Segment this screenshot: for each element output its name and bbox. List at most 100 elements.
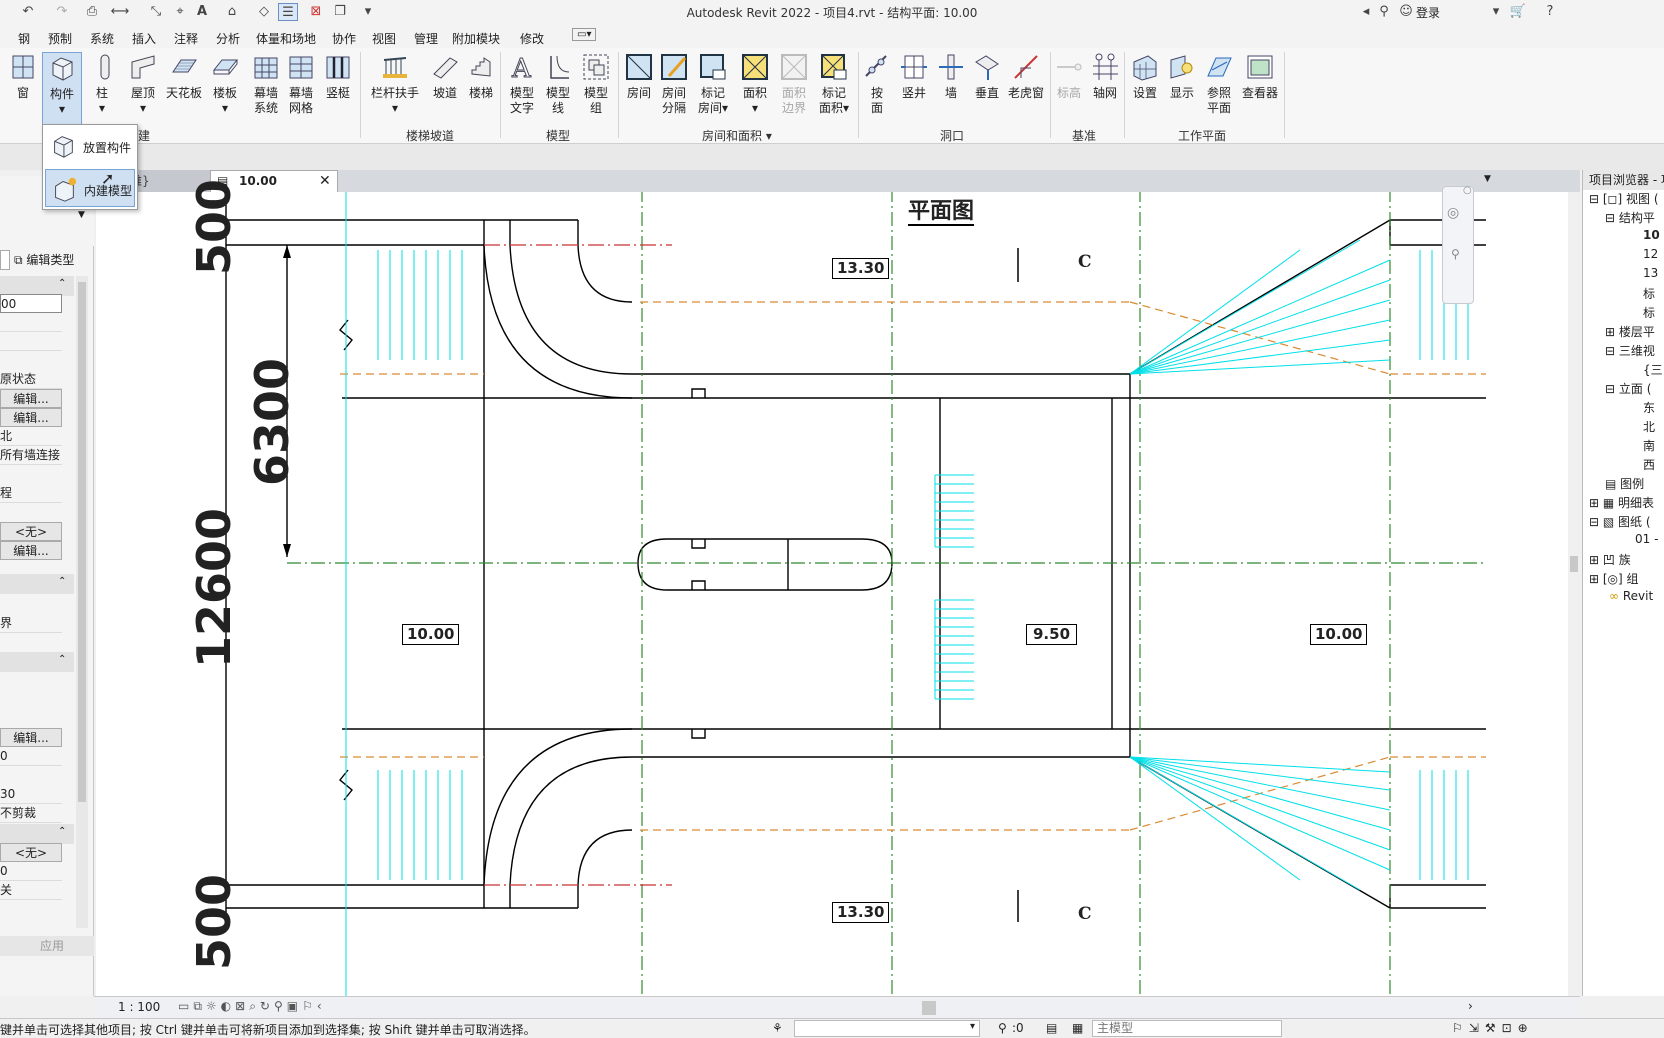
navigation-bar[interactable]: ◎ ⚲ ○ <box>1442 185 1474 304</box>
filter-dropdown[interactable] <box>0 250 10 270</box>
ref-plane-button[interactable]: 参照 平面 <box>1200 52 1238 116</box>
tree-item[interactable]: 东 <box>1643 399 1655 416</box>
curtain-grid-button[interactable]: 幕墙 网格 <box>284 52 318 116</box>
model-text-button[interactable]: A 模型 文字 <box>504 52 540 116</box>
ceiling-button[interactable]: 天花板 <box>164 52 204 101</box>
help-icon[interactable]: ? <box>1540 3 1560 21</box>
edit-button[interactable]: 编辑... <box>0 541 62 560</box>
collapse-icon[interactable]: ⌃ <box>58 278 66 289</box>
tree-item[interactable]: ⊞ [◎] 组 <box>1589 570 1639 587</box>
view-control-icons[interactable]: ▭⧉☼◐⊠⌕↻⚲▣⚐‹ <box>178 999 326 1014</box>
in-place-model-item[interactable]: 内建模型 <box>45 169 135 207</box>
column-button[interactable]: 柱 ▾ <box>90 52 114 116</box>
section-label[interactable]: C <box>1078 252 1092 272</box>
design-option-dropdown[interactable]: 主模型 <box>1092 1020 1282 1037</box>
vertical-opening-button[interactable]: 垂直 <box>968 52 1006 101</box>
tree-item[interactable]: 标 <box>1643 304 1655 321</box>
grid-button[interactable]: 轴网 <box>1088 52 1122 101</box>
section-header[interactable]: ⌃ <box>0 574 74 594</box>
user-icon[interactable]: ☺ <box>1396 3 1416 21</box>
tree-item[interactable]: ⊞ ▦ 明细表 <box>1589 494 1654 511</box>
tree-item[interactable]: ⊞ 楼层平 <box>1605 323 1655 340</box>
drawing-canvas[interactable]: ◎ ⚲ ○ <box>96 185 1580 996</box>
tree-item[interactable]: 南 <box>1643 437 1655 454</box>
level-tag[interactable]: 13.30 <box>832 902 890 923</box>
show-workplane-button[interactable]: 显示 <box>1164 52 1200 101</box>
plan-drawing[interactable] <box>96 192 1580 996</box>
tab-annotate[interactable]: 注释 <box>174 30 198 47</box>
prop-dropdown[interactable]: <无> <box>0 522 62 541</box>
scrollbar-thumb[interactable] <box>78 282 86 802</box>
edit-type-button[interactable]: ⧉ 编辑类型 <box>14 250 90 270</box>
dimension-text[interactable]: 6300 <box>245 342 299 502</box>
level-tag[interactable]: 13.30 <box>832 258 890 279</box>
tab-insert[interactable]: 插入 <box>132 30 156 47</box>
design-option-icon[interactable]: ▤ <box>1046 1021 1057 1035</box>
opening-by-face-button[interactable]: 按面 <box>862 52 892 116</box>
editable-icon[interactable]: ⚲ <box>998 1021 1007 1035</box>
scroll-right-icon[interactable]: › <box>1468 999 1473 1013</box>
tab-manage[interactable]: 管理 <box>414 30 438 47</box>
room-area-panel-label[interactable]: 房间和面积 ▾ <box>702 127 772 144</box>
tree-item[interactable]: ⊟ [◻] 视图 ( <box>1589 190 1659 207</box>
section-header[interactable]: ⌃ <box>0 276 74 296</box>
properties-scrollbar[interactable] <box>76 276 88 928</box>
zoom-icon[interactable]: ⚲ <box>1451 247 1460 261</box>
model-line-button[interactable]: 模型线 <box>540 52 576 116</box>
tab-steel[interactable]: 钢 <box>18 30 30 47</box>
section-label[interactable]: C <box>1078 904 1092 924</box>
dimension-text[interactable]: 500 <box>187 171 241 283</box>
collapse-icon[interactable]: ⌃ <box>58 826 66 837</box>
section-header[interactable]: ⌃ <box>0 824 74 844</box>
tree-item[interactable]: 13 <box>1643 266 1658 280</box>
tree-item[interactable]: 12 <box>1643 247 1658 261</box>
apply-button[interactable]: 应用 <box>0 936 94 956</box>
edit-button[interactable]: 编辑... <box>0 728 62 747</box>
tab-menu-icon[interactable]: ▼ <box>1484 174 1491 184</box>
level-tag[interactable]: 10.00 <box>1310 624 1368 645</box>
edit-button[interactable]: 编辑... <box>0 408 62 427</box>
vertical-scrollbar[interactable] <box>1568 192 1580 996</box>
close-icon[interactable]: ○ <box>1463 185 1472 196</box>
model-group-button[interactable]: 模型组 <box>578 52 614 116</box>
tree-item[interactable]: ⊟ 立面 ( <box>1605 380 1651 397</box>
steering-wheel-icon[interactable]: ◎ <box>1447 205 1459 221</box>
selection-filter-icons[interactable]: ⚐⇲⚒⊡⊕ <box>1452 1021 1534 1035</box>
roof-button[interactable]: 屋顶 ▾ <box>126 52 160 116</box>
scrollbar-thumb[interactable] <box>1570 556 1578 572</box>
workset-icon[interactable]: ⚘ <box>772 1021 783 1035</box>
tree-item[interactable]: ⊟ ▧ 图纸 ( <box>1589 513 1651 530</box>
component-button[interactable]: 构件 ▾ <box>42 52 82 128</box>
tab-addins[interactable]: 附加模块 <box>452 30 500 47</box>
horizontal-scrollbar-thumb[interactable] <box>922 1001 936 1015</box>
dormer-button[interactable]: 老虎窗 <box>1004 52 1048 101</box>
level-tag[interactable]: 9.50 <box>1026 624 1078 645</box>
cart-icon[interactable]: 🛒 <box>1508 3 1528 21</box>
tab-massing[interactable]: 体量和场地 <box>256 30 316 47</box>
dropdown-icon[interactable]: ▾ <box>1486 3 1506 21</box>
tree-item[interactable]: 西 <box>1643 456 1655 473</box>
area-button[interactable]: 面积 ▾ <box>738 52 772 116</box>
floor-button[interactable]: 楼板 ▾ <box>208 52 242 116</box>
tree-item-active[interactable]: 10 <box>1643 228 1660 242</box>
set-workplane-button[interactable]: 设置 <box>1128 52 1162 101</box>
info-center-icon[interactable]: ◂ <box>1356 3 1376 21</box>
prop-value[interactable]: 00 <box>0 294 62 313</box>
wall-opening-button[interactable]: 墙 <box>934 52 968 101</box>
tree-item[interactable]: ∞ Revit <box>1609 589 1653 603</box>
tab-collaborate[interactable]: 协作 <box>332 30 356 47</box>
ribbon-toggle-icon[interactable]: ▭▾ <box>572 28 597 41</box>
scale-label[interactable]: 1 : 100 <box>118 1000 160 1014</box>
tree-item[interactable]: ⊟ 结构平 <box>1605 209 1655 226</box>
railing-button[interactable]: 栏杆扶手 ▾ <box>368 52 422 116</box>
tab-modify[interactable]: 修改 <box>520 30 544 47</box>
dimension-text[interactable]: 12600 <box>187 498 241 678</box>
section-header[interactable]: ⌃ <box>0 652 74 672</box>
room-button[interactable]: 房间 <box>622 52 656 101</box>
collapse-icon[interactable]: ⌃ <box>58 576 66 587</box>
workset-dropdown[interactable]: ▾ <box>794 1020 980 1037</box>
binoculars-icon[interactable]: ⚲ <box>1374 3 1394 21</box>
stair-button[interactable]: 楼梯 <box>464 52 498 101</box>
close-icon[interactable]: ✕ <box>319 171 331 191</box>
shaft-button[interactable]: 竖井 <box>896 52 932 101</box>
